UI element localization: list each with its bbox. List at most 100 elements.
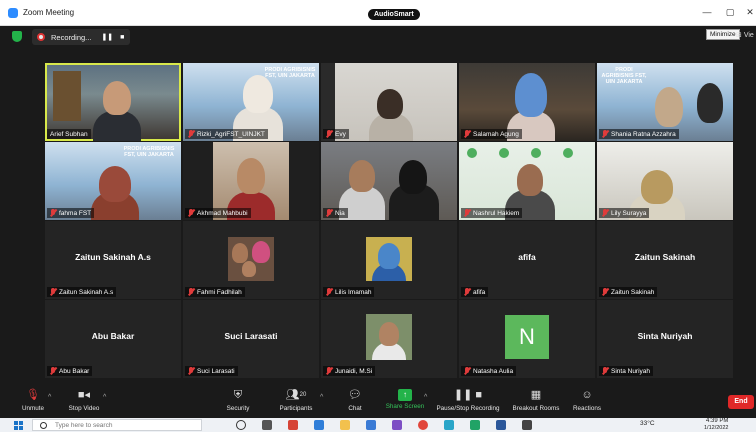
participant-name-bar: Zaitun Sakinah A.s <box>47 287 117 297</box>
video-tile[interactable]: Salamah Agung <box>459 63 595 141</box>
audiosmart-badge: AudioSmart <box>368 9 420 20</box>
share-screen-icon: ↑ <box>398 389 412 401</box>
participant-name: Nashrul Hakiem <box>473 209 520 217</box>
participant-name-bar: Natasha Aulia <box>461 366 517 376</box>
video-tile[interactable]: N Natasha Aulia <box>459 300 595 378</box>
security-button[interactable]: ⛨ Security <box>221 388 255 412</box>
unmute-button[interactable]: 🎙︎ Unmute <box>16 388 50 412</box>
video-tile[interactable]: PRODI AGRIBISNIS FST, UIN JAKARTA Shania… <box>597 63 733 141</box>
reactions-smiley-icon: ☺ <box>581 389 593 401</box>
app-icon[interactable] <box>444 420 454 430</box>
participant-name: Lily Surayya <box>611 209 647 217</box>
cortana-icon[interactable] <box>236 420 246 430</box>
video-tile[interactable]: Junaidi, M.Si <box>321 300 457 378</box>
video-tile[interactable]: Akhmad Mahbubi <box>183 142 319 220</box>
app-icon[interactable] <box>392 420 402 430</box>
clock-date[interactable]: 1/12/2022 <box>704 425 728 431</box>
participant-name: Zaitun Sakinah A.s <box>59 288 114 296</box>
share-screen-button[interactable]: ↑ Share Screen <box>384 388 426 410</box>
profile-photo <box>366 314 412 360</box>
video-tile[interactable]: Fahmi Fadhilah <box>183 221 319 299</box>
person-head <box>697 83 723 123</box>
video-tile[interactable]: Zaitun Sakinah Zaitun Sakinah <box>597 221 733 299</box>
chrome-icon[interactable] <box>418 420 428 430</box>
video-tile[interactable]: afifa afifa <box>459 221 595 299</box>
video-tile[interactable]: Abu Bakar Abu Bakar <box>45 300 181 378</box>
video-tile[interactable]: PRODI AGRIBISNIS FST, UIN JAKARTA Rizki_… <box>183 63 319 141</box>
end-meeting-button[interactable]: End <box>728 395 754 409</box>
mic-off-icon: 🎙︎ <box>26 389 40 401</box>
meeting-toolbar: 🎙︎ Unmute ^ ■◂ Stop Video ^ ⛨ Security 👥… <box>0 386 756 418</box>
video-tile[interactable]: Zaitun Sakinah A.s Zaitun Sakinah A.s <box>45 221 181 299</box>
mic-off-icon <box>464 367 470 375</box>
video-tile[interactable]: Lilis Imamah <box>321 221 457 299</box>
participant-name-bar: afifa <box>461 287 489 297</box>
participant-name: Salamah Agung <box>473 130 519 138</box>
logo-pane <box>19 426 23 430</box>
search-icon <box>40 421 47 429</box>
view-button[interactable]: ⊞ Vie <box>736 31 754 39</box>
mic-off-icon <box>188 130 194 138</box>
gmail-icon[interactable] <box>288 420 298 430</box>
taskbar-search[interactable] <box>32 419 202 431</box>
app-icon[interactable] <box>522 420 532 430</box>
pause-stop-recording-button[interactable]: ❚❚ ■ Pause/Stop Recording <box>434 388 502 412</box>
participants-button[interactable]: 👥︎20 Participants <box>276 388 316 412</box>
video-tile[interactable]: Evy <box>321 63 457 141</box>
person-head <box>232 243 248 263</box>
title-bar: Zoom Meeting AudioSmart — ▢ ✕ <box>0 0 756 26</box>
participant-avatar: N <box>505 315 549 359</box>
windows-start-icon[interactable] <box>14 421 23 430</box>
file-explorer-icon[interactable] <box>340 420 350 430</box>
video-tile[interactable]: Arief Subhan <box>45 63 181 141</box>
stop-recording-button[interactable]: ■ <box>120 34 124 41</box>
participants-icon: 👥︎20 <box>285 389 307 401</box>
participant-name: Abu Bakar <box>59 367 90 375</box>
video-tile[interactable]: Nia <box>321 142 457 220</box>
video-tile[interactable]: PRODI AGRIBISNIS FST, UIN JAKARTA fahma … <box>45 142 181 220</box>
video-tile[interactable]: Suci Larasati Suci Larasati <box>183 300 319 378</box>
stop-video-button[interactable]: ■◂ Stop Video <box>64 388 104 412</box>
person-head <box>377 89 403 119</box>
task-view-icon[interactable] <box>262 420 272 430</box>
video-tile[interactable]: Lily Surayya <box>597 142 733 220</box>
participant-name-bar: Junaidi, M.Si <box>323 366 376 376</box>
stop-video-label: Stop Video <box>68 405 100 412</box>
close-window-button[interactable]: ✕ <box>742 7 756 18</box>
maximize-window-button[interactable]: ▢ <box>722 7 738 18</box>
participant-name-bar: Salamah Agung <box>461 129 522 139</box>
logo-pane <box>14 426 18 430</box>
participant-name-bar: Nashrul Hakiem <box>461 208 523 218</box>
participant-display-name: Sinta Nuriyah <box>637 331 693 341</box>
minimize-window-button[interactable]: — <box>699 7 715 17</box>
breakout-rooms-button[interactable]: ▦ Breakout Rooms <box>509 388 563 412</box>
share-screen-label: Share Screen <box>385 403 425 410</box>
participant-name: Arief Subhan <box>50 130 88 138</box>
participant-name: Junaidi, M.Si <box>335 367 373 375</box>
chat-bubble-icon: 💬︎ <box>348 389 362 401</box>
clock-time[interactable]: 4:39 PM <box>706 418 728 424</box>
reactions-button[interactable]: ☺ Reactions <box>570 388 604 412</box>
video-options-caret[interactable]: ^ <box>103 394 106 401</box>
encryption-shield-icon[interactable] <box>12 31 22 42</box>
zoom-taskbar-icon[interactable] <box>366 420 376 430</box>
video-tile[interactable]: Sinta Nuriyah Sinta Nuriyah <box>597 300 733 378</box>
participants-options-caret[interactable]: ^ <box>320 394 323 401</box>
participants-count: 20 <box>299 392 307 398</box>
audio-options-caret[interactable]: ^ <box>48 394 51 401</box>
share-options-caret[interactable]: ^ <box>424 394 427 401</box>
person-head <box>103 81 131 115</box>
video-tile[interactable]: Nashrul Hakiem <box>459 142 595 220</box>
person-head <box>655 87 683 127</box>
logo-icon <box>531 148 541 158</box>
excel-icon[interactable] <box>470 420 480 430</box>
window-title: Zoom Meeting <box>23 8 75 17</box>
word-icon[interactable] <box>496 420 506 430</box>
pause-recording-button[interactable]: ❚❚ <box>101 33 113 41</box>
app-icon[interactable] <box>314 420 324 430</box>
taskbar-search-input[interactable] <box>55 421 195 429</box>
chat-button[interactable]: 💬︎ Chat <box>340 388 370 412</box>
participant-display-name: Zaitun Sakinah <box>634 252 696 262</box>
person-head <box>517 164 543 196</box>
participant-name-bar: Arief Subhan <box>47 129 91 139</box>
